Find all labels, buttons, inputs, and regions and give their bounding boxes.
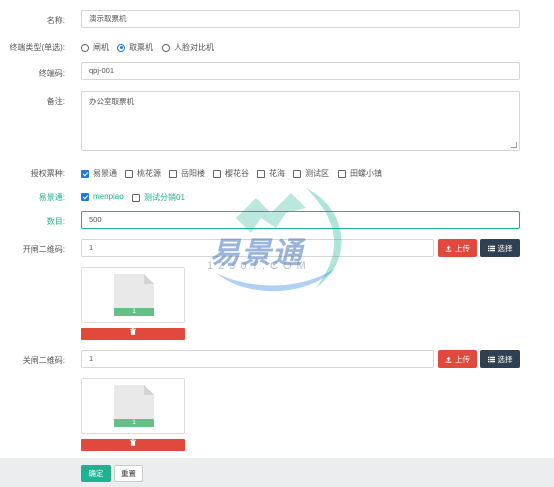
- remark-text: 办公室取票机: [89, 97, 134, 106]
- name-label: 名称:: [46, 16, 65, 25]
- close-qr-select-button[interactable]: 选择: [480, 350, 520, 368]
- list-icon: [487, 356, 495, 362]
- ticket-types-label: 授权票种:: [30, 169, 65, 178]
- close-qr-delete-button[interactable]: [81, 439, 185, 451]
- open-qr-delete-button[interactable]: [81, 328, 185, 340]
- close-qr-select-label: 选择: [497, 354, 513, 364]
- radio-ticket-machine[interactable]: 取票机: [117, 42, 153, 53]
- checkbox-ticket-6-control[interactable]: [338, 169, 346, 178]
- checkbox-ticket-0[interactable]: 易景通: [81, 168, 117, 179]
- checkbox-ticket-3-label: 樱花谷: [225, 169, 249, 178]
- checkbox-ticket-1[interactable]: 桃花源: [125, 168, 161, 179]
- radio-face-compare-label: 人脸对比机: [174, 43, 214, 52]
- list-icon: [487, 245, 495, 251]
- checkbox-menpiao-control[interactable]: [81, 192, 89, 201]
- checkbox-test-dist-control[interactable]: [132, 193, 140, 202]
- checkbox-ticket-3-control[interactable]: [213, 169, 221, 178]
- trash-icon: [130, 439, 136, 446]
- checkbox-ticket-2-control[interactable]: [169, 169, 177, 178]
- radio-face-compare-control[interactable]: [162, 43, 170, 52]
- checkbox-ticket-0-label: 易景通: [93, 169, 117, 178]
- file-icon: 1: [114, 385, 154, 427]
- radio-face-compare[interactable]: 人脸对比机: [162, 42, 214, 53]
- remark-label: 备注:: [46, 97, 65, 106]
- checkbox-menpiao[interactable]: menpiao: [81, 192, 124, 201]
- radio-gate-control[interactable]: [81, 43, 89, 52]
- close-qr-label: 关闸二维码:: [22, 356, 65, 365]
- checkbox-test-dist[interactable]: 测试分销01: [132, 192, 185, 203]
- count-input[interactable]: 500: [81, 211, 520, 229]
- open-qr-upload-button[interactable]: 上传: [438, 239, 477, 257]
- close-qr-thumbnail: 1: [81, 378, 185, 434]
- terminal-code-label: 终端码:: [38, 69, 65, 78]
- checkbox-ticket-6[interactable]: 田螺小镇: [338, 168, 382, 179]
- open-qr-select-button[interactable]: 选择: [480, 239, 520, 257]
- submit-button[interactable]: 确定: [81, 465, 111, 482]
- open-qr-label: 开闸二维码:: [22, 245, 65, 254]
- open-qr-upload-label: 上传: [455, 243, 470, 253]
- checkbox-ticket-6-label: 田螺小镇: [350, 169, 382, 178]
- close-qr-upload-label: 上传: [455, 354, 470, 364]
- radio-ticket-machine-control[interactable]: [117, 43, 125, 52]
- open-qr-thumb-badge: 1: [114, 308, 154, 316]
- checkbox-ticket-4-label: 花海: [269, 169, 285, 178]
- reset-button[interactable]: 重置: [114, 465, 143, 482]
- checkbox-test-dist-label: 测试分销01: [144, 193, 185, 202]
- open-qr-select-label: 选择: [497, 243, 513, 253]
- checkbox-ticket-5-control[interactable]: [293, 169, 301, 178]
- yijingtong-label: 易景通:: [38, 193, 65, 202]
- checkbox-ticket-4[interactable]: 花海: [257, 168, 285, 179]
- checkbox-ticket-1-label: 桃花源: [137, 169, 161, 178]
- terminal-code-input[interactable]: qpj-001: [81, 62, 520, 80]
- close-qr-upload-button[interactable]: 上传: [438, 350, 477, 368]
- trash-icon: [130, 328, 136, 335]
- checkbox-menpiao-label: menpiao: [93, 192, 124, 201]
- upload-icon: [445, 356, 452, 363]
- checkbox-ticket-2-label: 岳阳楼: [181, 169, 205, 178]
- close-qr-input[interactable]: 1: [81, 350, 434, 368]
- count-label: 数目:: [46, 217, 65, 226]
- resize-handle-icon[interactable]: [511, 142, 517, 148]
- watermark-subtitle: 1230T.COM: [207, 260, 311, 272]
- close-qr-thumb-badge: 1: [114, 419, 154, 427]
- open-qr-thumbnail: 1: [81, 267, 185, 323]
- upload-icon: [445, 245, 452, 252]
- radio-ticket-machine-label: 取票机: [129, 43, 153, 52]
- checkbox-ticket-1-control[interactable]: [125, 169, 133, 178]
- remark-textarea[interactable]: 办公室取票机: [81, 91, 520, 151]
- file-icon: 1: [114, 274, 154, 316]
- radio-gate[interactable]: 闸机: [81, 42, 109, 53]
- checkbox-ticket-5[interactable]: 测试区: [293, 168, 329, 179]
- terminal-type-label: 终端类型(单选):: [9, 43, 65, 52]
- checkbox-ticket-4-control[interactable]: [257, 169, 265, 178]
- checkbox-ticket-3[interactable]: 樱花谷: [213, 168, 249, 179]
- checkbox-ticket-5-label: 测试区: [305, 169, 329, 178]
- checkbox-ticket-0-control[interactable]: [81, 169, 89, 178]
- name-input[interactable]: 演示取票机: [81, 10, 520, 28]
- radio-gate-label: 闸机: [93, 43, 109, 52]
- checkbox-ticket-2[interactable]: 岳阳楼: [169, 168, 205, 179]
